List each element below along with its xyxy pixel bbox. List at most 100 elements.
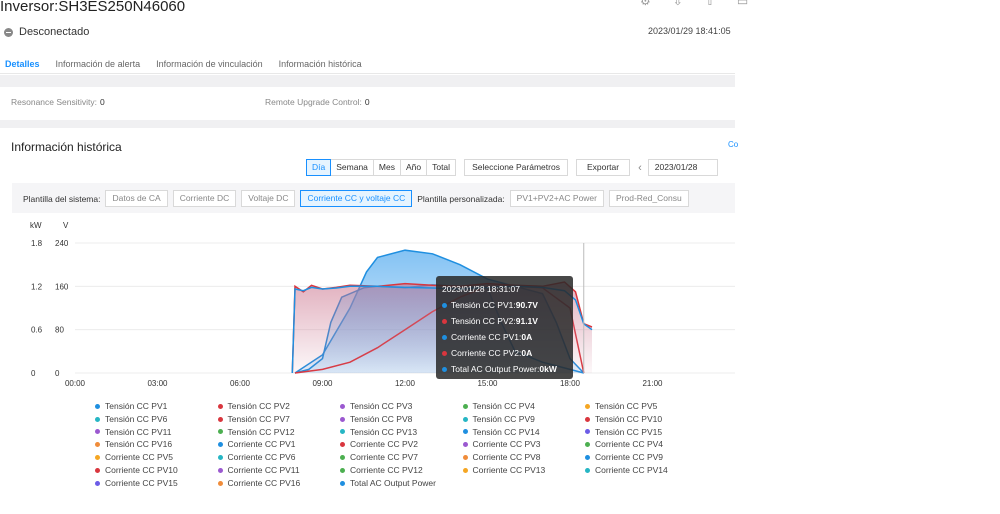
legend-item[interactable]: Corriente CC PV10 xyxy=(95,464,218,477)
period-week-button[interactable]: Semana xyxy=(330,159,374,176)
template-dc-voltage[interactable]: Voltaje DC xyxy=(241,190,296,207)
bell-icon[interactable]: ⚙ xyxy=(640,0,651,8)
tab-divider xyxy=(0,73,735,74)
legend-item[interactable]: Tensión CC PV6 xyxy=(95,413,218,426)
x-tick: 06:00 xyxy=(230,379,251,388)
tooltip-row: Tensión CC PV2: 91.1V xyxy=(442,313,567,329)
legend-item[interactable]: Tensión CC PV5 xyxy=(585,400,708,413)
chevron-left-icon[interactable]: ‹ xyxy=(638,162,642,174)
legend-dot-icon xyxy=(95,480,100,486)
tooltip-value: 91.1V xyxy=(515,316,538,326)
legend-label: Tensión CC PV16 xyxy=(105,439,173,450)
legend-item[interactable]: Tensión CC PV10 xyxy=(585,413,708,426)
x-tick: 15:00 xyxy=(477,379,498,388)
legend-item[interactable]: Tensión CC PV12 xyxy=(217,426,341,439)
legend-item[interactable]: Corriente CC PV16 xyxy=(217,477,341,490)
legend-item[interactable]: Corriente CC PV8 xyxy=(462,451,586,464)
template-dc-current-voltage[interactable]: Corriente CC y voltaje CC xyxy=(300,190,413,207)
legend-item[interactable]: Corriente CC PV1 xyxy=(217,438,341,451)
legend-label: Corriente CC PV13 xyxy=(472,464,546,475)
legend-item[interactable]: Tensión CC PV7 xyxy=(217,413,341,426)
legend-item[interactable]: Corriente CC PV3 xyxy=(462,438,586,451)
legend-label: Corriente CC PV7 xyxy=(350,452,419,463)
template-dc-current[interactable]: Corriente DC xyxy=(172,190,237,207)
legend-dot-icon xyxy=(462,403,468,409)
legend-item[interactable]: Tensión CC PV11 xyxy=(95,426,218,439)
tooltip-row: Corriente CC PV1: 0A xyxy=(442,329,567,345)
legend-dot-icon xyxy=(217,455,223,461)
x-tick: 00:00 xyxy=(65,379,86,388)
delete-icon[interactable]: ▭ xyxy=(737,0,748,8)
history-link[interactable]: Co xyxy=(728,140,738,149)
legend-dot-icon xyxy=(95,467,100,473)
legend-item[interactable]: Corriente CC PV7 xyxy=(340,451,463,464)
legend-item[interactable]: Tensión CC PV16 xyxy=(95,438,218,451)
date-picker[interactable]: 2023/01/28 xyxy=(647,159,718,176)
legend-label: Corriente CC PV6 xyxy=(227,452,296,463)
legend-item[interactable]: Corriente CC PV14 xyxy=(585,464,708,477)
template-row: Plantilla del sistema: Datos de CA Corri… xyxy=(12,183,735,213)
custom-template-prod-red[interactable]: Prod-Red_Consu xyxy=(609,190,689,207)
legend-item[interactable]: Corriente CC PV9 xyxy=(585,451,708,464)
legend-dot-icon xyxy=(585,416,590,422)
legend-label: Corriente CC PV5 xyxy=(105,452,174,463)
legend-item[interactable]: Corriente CC PV13 xyxy=(462,464,586,477)
legend-item[interactable]: Corriente CC PV15 xyxy=(95,477,218,490)
legend-item[interactable]: Tensión CC PV1 xyxy=(95,400,218,413)
upload-icon[interactable]: ⇧ xyxy=(705,0,715,8)
legend-item[interactable]: Tensión CC PV4 xyxy=(462,400,586,413)
legend-label: Corriente CC PV2 xyxy=(350,439,419,450)
custom-template-label: Plantilla personalizada: xyxy=(417,193,505,204)
legend-dot-icon xyxy=(95,416,100,422)
resonance-label: Resonance Sensitivity: xyxy=(11,97,97,107)
legend-dot-icon xyxy=(585,442,590,448)
legend-label: Tensión CC PV9 xyxy=(472,413,535,424)
export-button[interactable]: Exportar xyxy=(575,159,631,176)
chart-tooltip: 2023/01/28 18:31:07 Tensión CC PV1: 90.7V… xyxy=(436,276,573,379)
legend-dot-icon xyxy=(217,467,223,473)
tooltip-label: Tensión CC PV1: xyxy=(451,300,516,310)
resonance-param: Resonance Sensitivity: 0 xyxy=(11,97,105,107)
legend-item[interactable]: Corriente CC PV2 xyxy=(340,438,463,451)
download-icon[interactable]: ⇩ xyxy=(673,0,683,8)
y-right-tick: 0 xyxy=(55,369,60,378)
legend-dot-icon xyxy=(217,442,223,448)
legend-item[interactable]: Tensión CC PV13 xyxy=(340,426,463,439)
legend-item[interactable]: Tensión CC PV15 xyxy=(585,426,708,439)
legend-item[interactable]: Corriente CC PV11 xyxy=(217,464,341,477)
period-month-button[interactable]: Mes xyxy=(372,159,401,176)
legend-label: Total AC Output Power xyxy=(350,477,436,488)
legend-dot-icon xyxy=(585,429,590,435)
legend-item[interactable]: Tensión CC PV8 xyxy=(340,413,463,426)
legend-label: Tensión CC PV7 xyxy=(227,413,290,424)
period-year-button[interactable]: Año xyxy=(399,159,428,176)
legend-label: Corriente CC PV1 xyxy=(227,439,296,450)
legend-dot-icon xyxy=(340,455,345,461)
legend-dot-icon xyxy=(95,442,100,448)
legend-item[interactable]: Tensión CC PV9 xyxy=(462,413,586,426)
legend-label: Corriente CC PV10 xyxy=(105,464,178,475)
legend-dot-icon xyxy=(462,442,468,448)
legend-label: Tensión CC PV2 xyxy=(227,401,290,411)
legend-item[interactable]: Corriente CC PV5 xyxy=(95,451,218,464)
period-day-button[interactable]: Día xyxy=(306,159,332,176)
legend-item[interactable]: Tensión CC PV2 xyxy=(217,400,341,413)
tooltip-label: Total AC Output Power: xyxy=(451,364,540,374)
select-params-button[interactable]: Seleccione Parámetros xyxy=(464,159,568,176)
legend-item[interactable]: Total AC Output Power xyxy=(340,477,463,490)
tooltip-time: 2023/01/28 18:31:07 xyxy=(442,284,520,294)
custom-template-pv-power[interactable]: PV1+PV2+AC Power xyxy=(509,190,604,207)
period-total-button[interactable]: Total xyxy=(426,159,457,176)
tooltip-row: Total AC Output Power: 0kW xyxy=(442,361,567,377)
legend-dot-icon xyxy=(585,403,590,409)
legend-item[interactable]: Tensión CC PV14 xyxy=(462,426,586,439)
legend-item[interactable]: Corriente CC PV6 xyxy=(217,451,341,464)
legend-item[interactable]: Corriente CC PV12 xyxy=(340,464,463,477)
history-chart[interactable]: kW V 1.8 240 1.2 160 0.6 80 0 0 00:00 03:00 06:00 09:… xyxy=(0,215,735,395)
legend-item[interactable]: Tensión CC PV3 xyxy=(340,400,463,413)
section-divider xyxy=(0,75,735,87)
legend-label: Tensión CC PV11 xyxy=(105,426,172,437)
status-text: Desconectado xyxy=(19,26,90,38)
template-ac-data[interactable]: Datos de CA xyxy=(105,190,168,207)
legend-item[interactable]: Corriente CC PV4 xyxy=(585,438,708,451)
